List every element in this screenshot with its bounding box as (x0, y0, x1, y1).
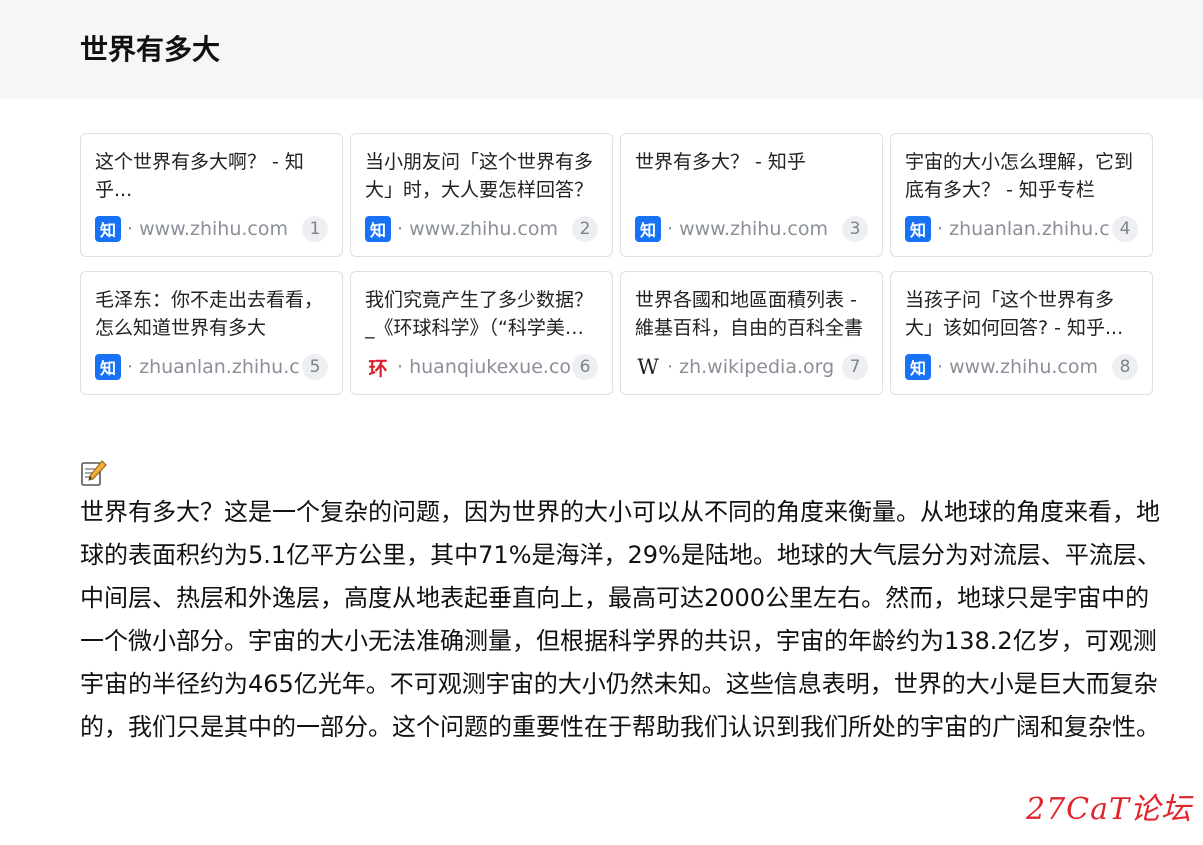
source-meta: 知 zhuanlan.zhihu.com 5 (95, 354, 328, 380)
source-domain: huanqiukexue.com (397, 356, 570, 378)
answer-text: 世界有多大？这是一个复杂的问题，因为世界的大小可以从不同的角度来衡量。从地球的角… (80, 498, 1161, 741)
source-domain: zh.wikipedia.org (667, 356, 840, 378)
header-bar: 世界有多大 (0, 0, 1203, 99)
source-title[interactable]: 我们究竟产生了多少数据？_《环球科学》（“科学美国人”中文版） (365, 286, 598, 342)
citation-number: 4 (1112, 216, 1138, 242)
zhihu-favicon-icon: 知 (95, 354, 121, 380)
source-meta: 知 zhuanlan.zhihu.com 4 (905, 216, 1138, 242)
source-title[interactable]: 世界各國和地區面積列表 - 維基百科，自由的百科全書 (635, 286, 868, 342)
source-title[interactable]: 当小朋友问「这个世界有多大」时，大人要怎样回答？ (365, 148, 598, 204)
source-card-3[interactable]: 世界有多大？ - 知乎 知 www.zhihu.com 3 (620, 133, 883, 257)
source-domain: www.zhihu.com (127, 218, 300, 240)
wikipedia-favicon-icon: W (635, 354, 661, 380)
citation-number: 6 (572, 354, 598, 380)
source-domain: www.zhihu.com (667, 218, 840, 240)
source-meta: W zh.wikipedia.org 7 (635, 354, 868, 380)
source-card-1[interactable]: 这个世界有多大啊？ - 知乎... 知 www.zhihu.com 1 (80, 133, 343, 257)
source-cards: 这个世界有多大啊？ - 知乎... 知 www.zhihu.com 1 当小朋友… (80, 133, 1153, 395)
source-meta: 知 www.zhihu.com 2 (365, 216, 598, 242)
zhihu-favicon-icon: 知 (905, 354, 931, 380)
huanqiu-favicon-icon: 环 (365, 354, 391, 380)
watermark: 27CaT论坛 (1026, 792, 1193, 827)
source-title[interactable]: 当孩子问「这个世界有多大」该如何回答? - 知乎... (905, 286, 1138, 342)
page-title: 世界有多大 (80, 33, 221, 66)
memo-icon (81, 460, 107, 486)
source-card-2[interactable]: 当小朋友问「这个世界有多大」时，大人要怎样回答？ 知 www.zhihu.com… (350, 133, 613, 257)
source-card-7[interactable]: 世界各國和地區面積列表 - 維基百科，自由的百科全書 W zh.wikipedi… (620, 271, 883, 395)
source-title[interactable]: 世界有多大？ - 知乎 (635, 148, 868, 204)
source-title[interactable]: 这个世界有多大啊？ - 知乎... (95, 148, 328, 204)
source-domain: www.zhihu.com (397, 218, 570, 240)
source-meta: 知 www.zhihu.com 3 (635, 216, 868, 242)
source-card-5[interactable]: 毛泽东：你不走出去看看，怎么知道世界有多大 知 zhuanlan.zhihu.c… (80, 271, 343, 395)
zhihu-favicon-icon: 知 (95, 216, 121, 242)
source-meta: 环 huanqiukexue.com 6 (365, 354, 598, 380)
zhihu-favicon-icon: 知 (905, 216, 931, 242)
citation-number: 5 (302, 354, 328, 380)
citation-number: 8 (1112, 354, 1138, 380)
source-title[interactable]: 宇宙的大小怎么理解，它到底有多大？ - 知乎专栏 (905, 148, 1138, 204)
source-domain: zhuanlan.zhihu.com (127, 356, 300, 378)
source-card-4[interactable]: 宇宙的大小怎么理解，它到底有多大？ - 知乎专栏 知 zhuanlan.zhih… (890, 133, 1153, 257)
citation-number: 3 (842, 216, 868, 242)
source-domain: zhuanlan.zhihu.com (937, 218, 1110, 240)
citation-number: 7 (842, 354, 868, 380)
citation-number: 1 (302, 216, 328, 242)
source-card-6[interactable]: 我们究竟产生了多少数据？_《环球科学》（“科学美国人”中文版） 环 huanqi… (350, 271, 613, 395)
source-title[interactable]: 毛泽东：你不走出去看看，怎么知道世界有多大 (95, 286, 328, 342)
zhihu-favicon-icon: 知 (635, 216, 661, 242)
zhihu-favicon-icon: 知 (365, 216, 391, 242)
source-card-8[interactable]: 当孩子问「这个世界有多大」该如何回答? - 知乎... 知 www.zhihu.… (890, 271, 1153, 395)
source-domain: www.zhihu.com (937, 356, 1110, 378)
source-meta: 知 www.zhihu.com 8 (905, 354, 1138, 380)
citation-number: 2 (572, 216, 598, 242)
source-meta: 知 www.zhihu.com 1 (95, 216, 328, 242)
